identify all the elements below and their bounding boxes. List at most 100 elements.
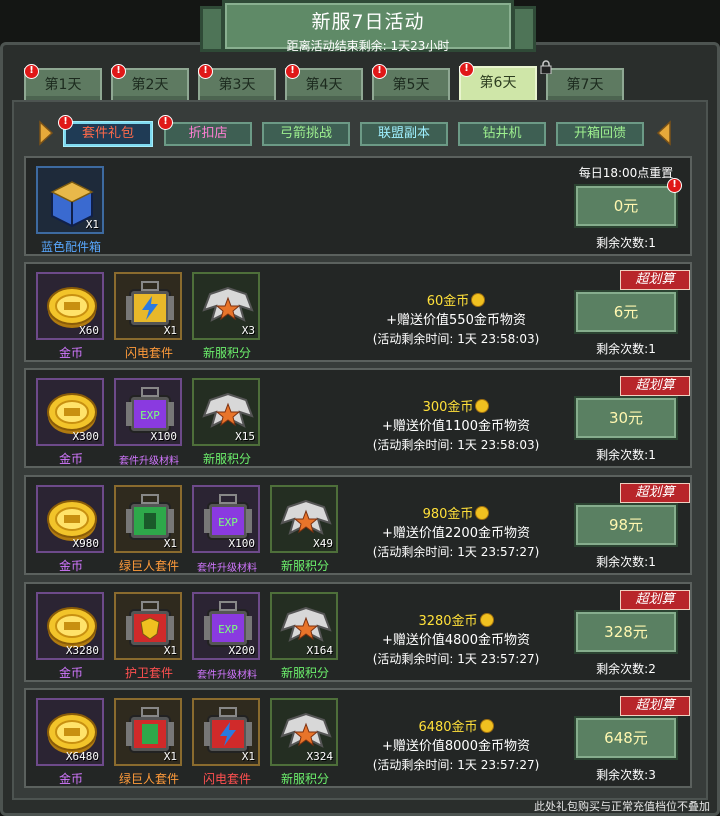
time-remaining: (活动剩余时间: 1天 23:57:27) <box>372 652 540 666</box>
subtab-label: 弓箭挑战 <box>279 126 332 141</box>
subtab-drill[interactable]: 钻井机 <box>458 122 546 146</box>
item-label: 闪电套件 <box>124 346 173 360</box>
item-slot[interactable]: X1 <box>114 272 182 340</box>
buy-button[interactable]: 648元 <box>574 716 678 760</box>
item-quantity: X60 <box>79 324 99 337</box>
claim-button[interactable]: 0元 ! <box>574 178 682 228</box>
scroll-left-arrow-icon[interactable] <box>38 120 54 146</box>
item-slot[interactable]: X980 <box>36 485 104 553</box>
tab-day-2[interactable]: ! 第2天 <box>111 64 189 100</box>
item-quantity: X164 <box>306 644 334 657</box>
item-quantity: X3 <box>241 324 255 337</box>
scroll-right-arrow-icon[interactable] <box>656 120 672 146</box>
offer-text: 60金币 +赠送价值550金币物资 (活动剩余时间: 1天 23:58:03) <box>356 290 556 347</box>
item-slot[interactable]: X300 <box>36 378 104 446</box>
tab-day-label: 第3天 <box>218 77 256 93</box>
title-wing-right <box>512 6 536 52</box>
item-quantity: X1 <box>163 537 177 550</box>
item-quantity: X1 <box>163 750 177 763</box>
item-label: 套件升级材料 <box>197 670 257 681</box>
item-slot[interactable]: X3 <box>192 272 260 340</box>
tab-day-label: 第6天 <box>479 75 517 91</box>
gold-amount: 3280金币 <box>418 614 478 629</box>
deal-badge: 超划算 <box>620 376 690 396</box>
item-slot[interactable]: X3280 <box>36 592 104 660</box>
pack-row-328: X3280 X1 EXP X200 X164 金币 护卫套件 套件升级材料 新服积… <box>24 582 692 682</box>
item-label: 护卫套件 <box>124 666 173 680</box>
svg-text:EXP: EXP <box>218 623 238 636</box>
subtab-label: 钻井机 <box>482 126 522 141</box>
coin-icon <box>475 399 490 413</box>
item-slot[interactable]: X60 <box>36 272 104 340</box>
item-label: 套件升级材料 <box>119 456 179 467</box>
tab-day-4[interactable]: ! 第4天 <box>285 64 363 100</box>
subtab-box-reward[interactable]: 开箱回馈 <box>556 122 644 146</box>
item-quantity: X100 <box>228 537 256 550</box>
item-label: 金币 <box>58 559 83 573</box>
title-plaque: 新服7日活动 距离活动结束剩余: 1天23小时 <box>222 0 514 53</box>
free-pack-row: X1 蓝色配件箱 每日18:00点重置 0元 ! 剩余次数:1 <box>24 156 692 256</box>
offer-text: 980金币 +赠送价值2200金币物资 (活动剩余时间: 1天 23:57:27… <box>356 503 556 560</box>
item-slot[interactable]: X15 <box>192 378 260 446</box>
subtab-alliance-dungeon[interactable]: 联盟副本 <box>360 122 448 146</box>
item-slot[interactable]: EXP X100 <box>192 485 260 553</box>
item-slot[interactable]: X1 <box>114 485 182 553</box>
item-slot[interactable]: X1 <box>192 698 260 766</box>
tab-day-3[interactable]: ! 第3天 <box>198 64 276 100</box>
pack-row-30: X300 EXP X100 X15 金币 套件升级材料 新服积分 300金币 +赠… <box>24 368 692 468</box>
remaining-count: 剩余次数:2 <box>596 662 656 676</box>
item-slot[interactable]: X1 <box>114 698 182 766</box>
item-quantity: X6480 <box>65 750 99 763</box>
tab-day-5[interactable]: ! 第5天 <box>372 64 450 100</box>
item-quantity: X49 <box>313 537 333 550</box>
item-label: 闪电套件 <box>202 772 251 786</box>
item-slot[interactable]: X49 <box>270 485 338 553</box>
tab-day-1[interactable]: ! 第1天 <box>24 64 102 100</box>
deal-badge: 超划算 <box>620 696 690 716</box>
gold-amount: 6480金币 <box>418 720 478 735</box>
item-slot[interactable]: X1 <box>114 592 182 660</box>
pack-row-648: X6480 X1 X1 X324 金币 绿巨人套件 闪电套件 新服积分 6480… <box>24 688 692 788</box>
remaining-count: 剩余次数:1 <box>596 342 656 356</box>
price-label: 98元 <box>608 516 644 534</box>
alert-badge-icon: ! <box>459 62 474 77</box>
buy-button[interactable]: 328元 <box>574 610 678 654</box>
offer-text: 3280金币 +赠送价值4800金币物资 (活动剩余时间: 1天 23:57:2… <box>356 610 556 667</box>
tab-day-label: 第4天 <box>305 77 343 93</box>
time-remaining: (活动剩余时间: 1天 23:57:27) <box>372 545 540 559</box>
item-slot[interactable]: X1 <box>36 166 104 234</box>
tab-day-label: 第1天 <box>44 77 82 93</box>
item-slot[interactable]: EXP X200 <box>192 592 260 660</box>
deal-badge: 超划算 <box>620 270 690 290</box>
item-label: 金币 <box>58 346 83 360</box>
pack-row-6: X60 X1 X3 金币 闪电套件 新服积分 60金币 +赠送价值550金币物资… <box>24 262 692 362</box>
time-remaining: (活动剩余时间: 1天 23:58:03) <box>372 332 540 346</box>
item-slot[interactable]: EXP X100 <box>114 378 182 446</box>
alert-badge-icon: ! <box>58 115 73 130</box>
buy-button[interactable]: 98元 <box>574 503 678 547</box>
item-label: 绿巨人套件 <box>118 559 179 573</box>
price-label: 648元 <box>604 729 648 747</box>
tab-day-7[interactable]: 第7天 <box>540 60 624 100</box>
buy-button[interactable]: 6元 <box>574 290 678 334</box>
alert-badge-icon: ! <box>158 115 173 130</box>
time-remaining: (活动剩余时间: 1天 23:57:27) <box>372 758 540 772</box>
subtab-kit-pack[interactable]: ! 套件礼包 <box>58 115 152 146</box>
item-quantity: X3280 <box>65 644 99 657</box>
item-quantity: X324 <box>306 750 334 763</box>
subtab-discount-shop[interactable]: ! 折扣店 <box>158 115 252 146</box>
subtab-label: 折扣店 <box>188 126 228 141</box>
item-label: 绿巨人套件 <box>118 772 179 786</box>
svg-text:EXP: EXP <box>140 409 160 422</box>
subtab-archery[interactable]: 弓箭挑战 <box>262 122 350 146</box>
bonus-text: +赠送价值4800金币物资 <box>382 633 530 648</box>
buy-button[interactable]: 30元 <box>574 396 678 440</box>
item-slot[interactable]: X324 <box>270 698 338 766</box>
price-label: 0元 <box>613 197 639 215</box>
item-slot[interactable]: X6480 <box>36 698 104 766</box>
tab-day-6[interactable]: ! 第6天 <box>459 62 537 100</box>
item-quantity: X1 <box>241 750 255 763</box>
item-label: 新服积分 <box>202 452 251 466</box>
item-slot[interactable]: X164 <box>270 592 338 660</box>
item-quantity: X1 <box>163 644 177 657</box>
